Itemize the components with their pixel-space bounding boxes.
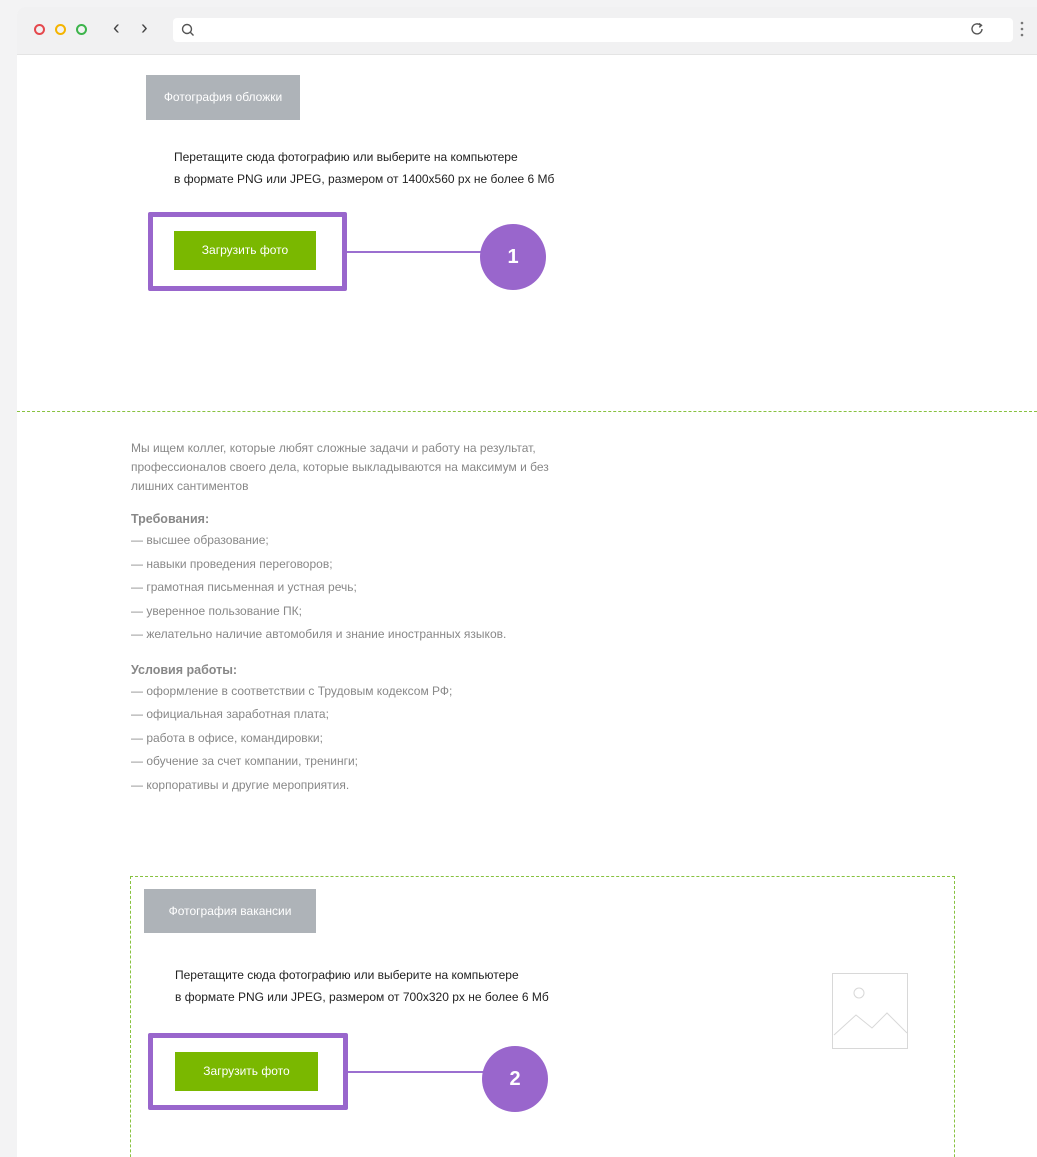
callout-line	[348, 1071, 483, 1073]
vacancy-upload-button[interactable]: Загрузить фото	[175, 1052, 318, 1091]
image-placeholder-icon	[832, 973, 908, 1049]
requirement-item: — грамотная письменная и устная речь;	[131, 580, 357, 594]
intro-line: профессионалов своего дела, которые выкл…	[131, 460, 549, 474]
minimize-window-icon[interactable]	[55, 24, 66, 35]
requirement-item: — навыки проведения переговоров;	[131, 556, 333, 571]
callout-badge-2: 2	[482, 1046, 548, 1112]
close-window-icon[interactable]	[34, 24, 45, 35]
cover-hint-line: в формате PNG или JPEG, размером от 1400…	[174, 172, 555, 186]
vacancy-photo-tab: Фотография вакансии	[144, 889, 316, 933]
requirements-title: Требования:	[131, 512, 210, 526]
vacancy-description: Мы ищем коллег, которые любят сложные за…	[131, 439, 731, 797]
condition-item: — работа в офисе, командировки;	[131, 730, 323, 745]
condition-item: — обучение за счет компании, тренинги;	[131, 754, 359, 768]
cover-upload-hint: Перетащите сюда фотографию или выберите …	[174, 146, 554, 190]
browser-window: ‹ › Фотография обложки Перетащите сюда ф…	[17, 7, 1037, 1157]
browser-toolbar: ‹ ›	[17, 7, 1037, 55]
back-arrow-icon[interactable]: ‹	[113, 18, 120, 38]
search-icon	[181, 23, 194, 36]
vacancy-hint-line: в формате PNG или JPEG, размером от 700x…	[175, 990, 549, 1004]
cover-upload-button[interactable]: Загрузить фото	[174, 231, 316, 270]
cover-hint-line: Перетащите сюда фотографию или выберите …	[174, 150, 518, 164]
condition-item: — оформление в соответствии с Трудовым к…	[131, 683, 453, 698]
menu-kebab-icon[interactable]	[1020, 21, 1024, 37]
callout-line	[347, 251, 481, 253]
vacancy-upload-hint: Перетащите сюда фотографию или выберите …	[175, 964, 549, 1008]
requirement-item: — высшее образование;	[131, 533, 269, 547]
page-content: Фотография обложки Перетащите сюда фотог…	[17, 55, 1037, 1157]
condition-item: — корпоративы и другие мероприятия.	[131, 777, 350, 792]
maximize-window-icon[interactable]	[76, 24, 87, 35]
intro-line: Мы ищем коллег, которые любят сложные за…	[131, 441, 536, 455]
intro-line: лишних сантиментов	[131, 479, 249, 493]
cover-photo-tab: Фотография обложки	[146, 75, 300, 120]
section-divider	[17, 411, 1037, 412]
callout-badge-1: 1	[480, 224, 546, 290]
reload-icon[interactable]	[969, 21, 985, 37]
vacancy-hint-line: Перетащите сюда фотографию или выберите …	[175, 968, 519, 982]
condition-item: — официальная заработная плата;	[131, 707, 329, 721]
address-bar[interactable]	[173, 18, 1013, 42]
requirement-item: — желательно наличие автомобиля и знание…	[131, 627, 507, 641]
forward-arrow-icon[interactable]: ›	[141, 18, 148, 38]
conditions-title: Условия работы:	[131, 662, 238, 677]
requirement-item: — уверенное пользование ПК;	[131, 603, 302, 618]
